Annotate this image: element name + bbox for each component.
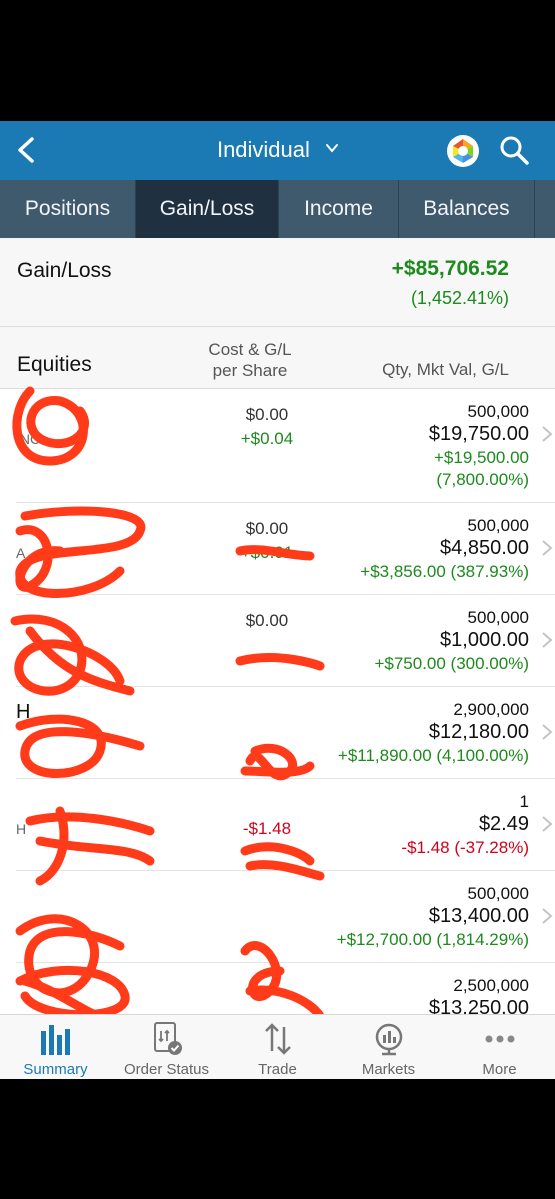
bottom-tab-label: Order Status bbox=[123, 1061, 210, 1078]
table-row[interactable]: $0.00 500,000 $1,000.00 +$750.00 (300.00… bbox=[16, 595, 555, 687]
tab-label: Income bbox=[304, 197, 373, 220]
gain-loss-summary: Gain/Loss +$85,706.52 (1,452.41%) bbox=[0, 238, 555, 327]
row-gl: +$750.00 (300.00%) bbox=[374, 654, 529, 673]
row-qty: 500,000 bbox=[467, 884, 529, 903]
bottom-tab-label: Trade bbox=[258, 1061, 297, 1078]
order-status-icon bbox=[153, 1022, 182, 1055]
row-qty: 2,900,000 bbox=[453, 700, 529, 719]
cost-column-header: Cost & G/L per Share bbox=[190, 339, 310, 381]
row-market-value: $1,000.00 bbox=[440, 629, 529, 651]
value-column-header: Qty, Mkt Val, G/L bbox=[382, 360, 509, 379]
chevron-right-icon bbox=[542, 540, 553, 556]
bottom-tab-summary[interactable]: Summary bbox=[0, 1015, 111, 1079]
tab-label: Balances bbox=[423, 197, 510, 220]
bottom-tab-bar: Summary Order Status Trade Markets More bbox=[0, 1014, 555, 1079]
tab-label: Gain/Loss bbox=[159, 197, 255, 220]
row-gl: -$1.48 (-37.28%) bbox=[401, 838, 529, 857]
bottom-tab-label: Summary bbox=[23, 1061, 88, 1078]
cost-header-line2: per Share bbox=[212, 361, 288, 380]
row-gl: +$19,500.00 bbox=[433, 448, 529, 467]
row-market-value: $12,180.00 bbox=[428, 721, 529, 743]
chevron-right-icon bbox=[542, 908, 553, 924]
column-header: Equities Cost & G/L per Share Qty, Mkt V… bbox=[0, 327, 555, 389]
bottom-tab-markets[interactable]: Markets bbox=[333, 1015, 444, 1079]
bottom-tab-more[interactable]: More bbox=[444, 1015, 555, 1079]
row-market-value: $13,400.00 bbox=[428, 905, 529, 927]
table-row[interactable]: 500,000 $13,400.00 +$12,700.00 (1,814.29… bbox=[16, 871, 555, 963]
row-market-value: $19,750.00 bbox=[428, 423, 529, 445]
summary-percent: (1,452.41%) bbox=[410, 288, 509, 308]
row-cost-gl: -$1.48 bbox=[242, 819, 292, 838]
table-row[interactable]: A $0.00 +$0.01 500,000 $4,850.00 +$3,856… bbox=[16, 503, 555, 595]
markets-globe-icon bbox=[375, 1023, 402, 1056]
tab-overflow[interactable] bbox=[535, 180, 555, 238]
tab-gain-loss[interactable]: Gain/Loss bbox=[136, 180, 279, 238]
section-title: Equities bbox=[17, 353, 92, 376]
tab-positions[interactable]: Positions bbox=[0, 180, 136, 238]
account-title: Individual bbox=[216, 137, 310, 162]
more-dots-icon bbox=[485, 1035, 514, 1043]
row-cost: $0.00 bbox=[245, 405, 289, 424]
chevron-right-icon bbox=[542, 426, 553, 442]
tab-balances[interactable]: Balances bbox=[399, 180, 535, 238]
row-name: INC bbox=[16, 431, 41, 447]
row-cost-gl: +$0.04 bbox=[240, 429, 294, 448]
brand-logo-icon[interactable] bbox=[446, 134, 480, 168]
row-qty: 500,000 bbox=[467, 402, 529, 421]
app-screen: Individual Positions Gain/Loss Income Ba… bbox=[0, 121, 555, 1079]
table-row[interactable]: H -$1.48 1 $2.49 -$1.48 (-37.28%) bbox=[16, 779, 555, 871]
row-market-value: $4,850.00 bbox=[440, 537, 529, 559]
tab-income[interactable]: Income bbox=[279, 180, 399, 238]
row-cost-gl: +$0.01 bbox=[240, 543, 294, 562]
bottom-tab-label: More bbox=[482, 1061, 517, 1078]
positions-list: INC $0.00 +$0.04 500,000 $19,750.00 +$19… bbox=[0, 389, 555, 1055]
row-market-value: $2.49 bbox=[478, 813, 529, 835]
row-qty: 500,000 bbox=[467, 608, 529, 627]
chevron-right-icon bbox=[542, 816, 553, 832]
cost-header-line1: Cost & G/L bbox=[208, 340, 292, 359]
chevron-down-icon bbox=[326, 144, 339, 153]
row-gl-percent: (7,800.00%) bbox=[436, 470, 529, 489]
row-qty: 500,000 bbox=[467, 516, 529, 535]
table-row[interactable]: H 2,900,000 $12,180.00 +$11,890.00 (4,10… bbox=[16, 687, 555, 779]
chevron-right-icon bbox=[542, 724, 553, 740]
search-icon[interactable] bbox=[498, 134, 530, 166]
bottom-tab-label: Markets bbox=[361, 1061, 416, 1078]
row-gl: +$11,890.00 (4,100.00%) bbox=[337, 746, 529, 765]
trade-arrows-icon bbox=[264, 1023, 291, 1055]
bar-chart-icon bbox=[40, 1025, 70, 1055]
tab-bar: Positions Gain/Loss Income Balances bbox=[0, 180, 555, 238]
summary-total: +$85,706.52 bbox=[391, 257, 509, 280]
row-gl: +$3,856.00 (387.93%) bbox=[360, 562, 529, 581]
row-cost: $0.00 bbox=[245, 519, 289, 538]
row-qty: 2,500,000 bbox=[453, 976, 529, 995]
chevron-right-icon bbox=[542, 632, 553, 648]
row-qty: 1 bbox=[519, 792, 529, 811]
bottom-tab-trade[interactable]: Trade bbox=[222, 1015, 333, 1079]
tab-label: Positions bbox=[24, 197, 111, 220]
table-row[interactable]: INC $0.00 +$0.04 500,000 $19,750.00 +$19… bbox=[16, 389, 555, 503]
row-symbol: H bbox=[16, 701, 31, 723]
row-gl: +$12,700.00 (1,814.29%) bbox=[336, 930, 529, 949]
row-name: H bbox=[16, 821, 27, 837]
row-name: A bbox=[16, 545, 26, 561]
top-nav-bar: Individual bbox=[0, 121, 555, 180]
row-cost: $0.00 bbox=[245, 611, 289, 630]
bottom-tab-order-status[interactable]: Order Status bbox=[111, 1015, 222, 1079]
summary-label: Gain/Loss bbox=[17, 259, 112, 282]
